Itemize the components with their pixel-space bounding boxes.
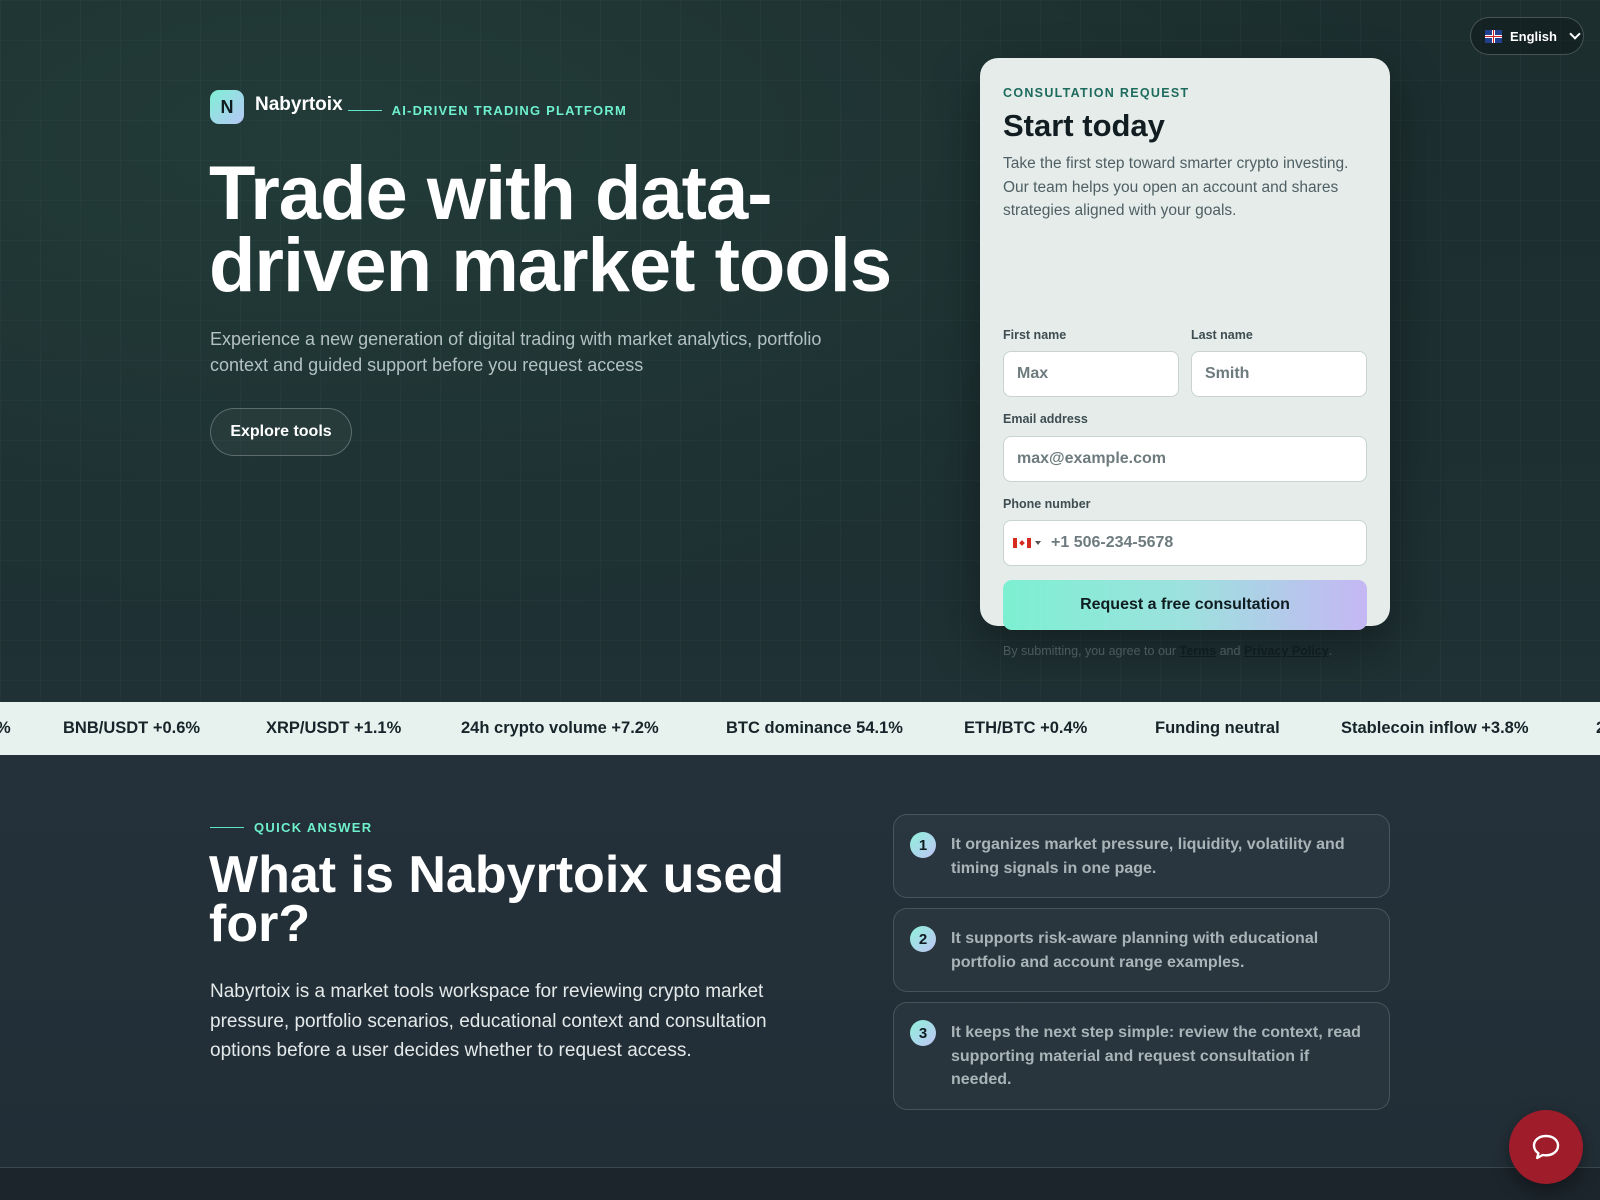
answer-point-3: 3 It keeps the next step simple: review …	[893, 1002, 1390, 1110]
terms-suffix: .	[1328, 644, 1333, 658]
chevron-down-icon	[1569, 28, 1581, 40]
last-name-label: Last name	[1191, 328, 1253, 342]
chat-bubble-icon	[1532, 1134, 1560, 1160]
phone-field-wrapper	[1003, 520, 1367, 566]
privacy-policy-link[interactable]: Privacy Policy	[1244, 644, 1329, 658]
chat-button[interactable]	[1509, 1110, 1583, 1184]
point-number-badge: 2	[910, 926, 936, 952]
ticker-item: Funding neutral	[1155, 719, 1280, 737]
brand-tagline: AI-DRIVEN TRADING PLATFORM	[391, 102, 627, 118]
ticker-item: ETH/BTC +0.4%	[964, 719, 1088, 737]
ticker-item: Stablecoin inflow +3.8%	[1341, 719, 1529, 737]
ticker-fragment-left: %	[0, 719, 11, 738]
last-name-field[interactable]	[1191, 351, 1367, 397]
point-number-badge: 3	[910, 1020, 936, 1046]
language-selector[interactable]: English	[1470, 17, 1584, 55]
brand: N Nabyrtoix AI-DRIVEN TRADING PLATFORM	[210, 90, 627, 124]
point-number-badge: 1	[910, 832, 936, 858]
market-ticker: % BNB/USDT +0.6% XRP/USDT +1.1% 24h cryp…	[0, 702, 1600, 755]
request-consultation-button[interactable]: Request a free consultation	[1003, 580, 1367, 630]
terms-link[interactable]: Terms	[1180, 644, 1217, 658]
ticker-item: BTC dominance 54.1%	[726, 719, 903, 737]
ticker-item: 24h crypto volume +7.2%	[461, 719, 659, 737]
form-title: Start today	[1003, 108, 1165, 143]
ticker-item: BNB/USDT +0.6%	[63, 719, 201, 737]
terms-notice: By submitting, you agree to our Terms an…	[1003, 644, 1332, 658]
form-kicker: CONSULTATION REQUEST	[1003, 86, 1190, 100]
email-field[interactable]	[1003, 436, 1367, 482]
hero-section: English N Nabyrtoix AI-DRIVEN TRADING PL…	[0, 0, 1600, 702]
quick-answer-kicker-text: QUICK ANSWER	[254, 820, 373, 835]
hero-subtitle: Experience a new generation of digital t…	[210, 329, 822, 375]
phone-field[interactable]	[1051, 534, 1351, 552]
consultation-form-card: CONSULTATION REQUEST Start today Take th…	[980, 58, 1390, 658]
uk-flag-icon	[1485, 29, 1502, 43]
quick-answer-section: QUICK ANSWER What is Nabyrtoix used for?…	[0, 755, 1600, 1200]
language-label: English	[1510, 28, 1557, 44]
point-text: It organizes market pressure, liquidity,…	[951, 836, 1345, 877]
ticker-item: XRP/USDT +1.1%	[266, 719, 402, 737]
point-text: It supports risk-aware planning with edu…	[951, 930, 1319, 971]
quick-answer-kicker: QUICK ANSWER	[210, 820, 372, 835]
kicker-line	[210, 827, 244, 828]
answer-point-2: 2 It supports risk-aware planning with e…	[893, 908, 1390, 992]
form-description: Take the first step toward smarter crypt…	[1003, 155, 1349, 219]
phone-label: Phone number	[1003, 497, 1091, 511]
terms-and: and	[1219, 644, 1241, 658]
canada-flag-icon[interactable]	[1013, 538, 1031, 548]
email-label: Email address	[1003, 412, 1088, 426]
country-dropdown-caret-icon[interactable]	[1035, 541, 1041, 545]
first-name-label: First name	[1003, 328, 1067, 342]
brand-divider-line	[347, 109, 382, 111]
quick-answer-body: Nabyrtoix is a market tools workspace fo…	[210, 981, 767, 1061]
next-section-edge	[0, 1168, 1600, 1200]
hero-title-line2: driven market tools	[209, 223, 892, 308]
brand-name[interactable]: Nabyrtoix	[255, 94, 343, 116]
logo-icon[interactable]: N	[210, 90, 244, 124]
quick-answer-title: What is Nabyrtoix used for?	[209, 846, 784, 953]
first-name-field[interactable]	[1003, 351, 1179, 397]
terms-prefix: By submitting, you agree to our	[1003, 644, 1177, 658]
hero-title: Trade with data- driven market tools	[209, 156, 969, 304]
point-text: It keeps the next step simple: review th…	[951, 1024, 1361, 1088]
explore-tools-button[interactable]: Explore tools	[210, 408, 352, 456]
ticker-fragment-right: 2	[1596, 719, 1600, 738]
answer-point-1: 1 It organizes market pressure, liquidit…	[893, 814, 1390, 898]
